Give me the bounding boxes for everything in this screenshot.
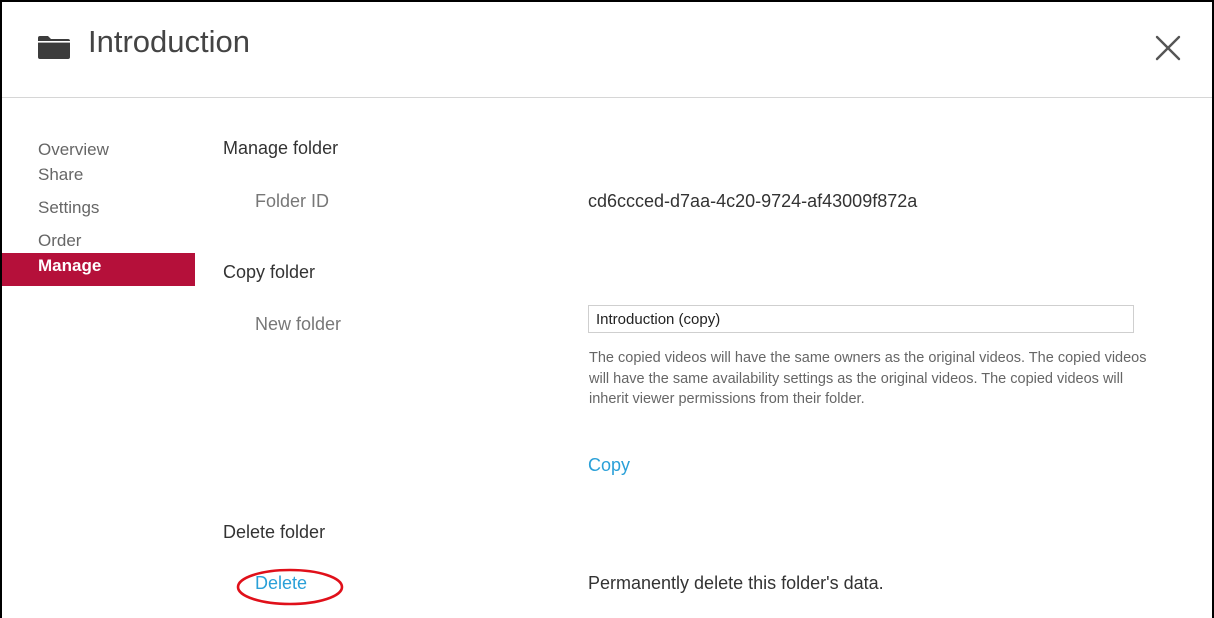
sidebar-item-order[interactable]: Order: [2, 226, 195, 253]
copy-link[interactable]: Copy: [588, 455, 630, 476]
manage-folder-heading: Manage folder: [223, 138, 339, 158]
sidebar-item-label: Manage: [38, 256, 102, 275]
sidebar-item-label: Settings: [38, 198, 100, 217]
page-title: Introduction: [88, 24, 250, 59]
folder-id-label: Folder ID: [255, 191, 330, 211]
delete-description: Permanently delete this folder's data.: [588, 573, 884, 593]
delete-folder-heading: Delete folder: [223, 522, 326, 542]
delete-link[interactable]: Delete: [255, 573, 307, 594]
sidebar-item-share[interactable]: Share: [2, 160, 195, 194]
copy-help-text: The copied videos will have the same own…: [589, 350, 1147, 407]
dialog-header: Introduction: [2, 2, 1212, 98]
copy-folder-heading: Copy folder: [223, 262, 316, 282]
dialog-frame: Introduction Overview Share Settings Ord…: [0, 0, 1214, 618]
sidebar-item-label: Overview: [38, 140, 109, 159]
sidebar-item-manage[interactable]: Manage: [2, 253, 195, 286]
sidebar-nav: Overview Share Settings Order Manage: [2, 135, 195, 286]
sidebar-item-label: Order: [38, 231, 82, 250]
sidebar-item-settings[interactable]: Settings: [2, 193, 195, 227]
folder-id-value: cd6ccced-d7aa-4c20-9724-af43009f872a: [588, 191, 918, 211]
close-icon[interactable]: [1152, 32, 1184, 64]
new-folder-label: New folder: [255, 314, 342, 334]
sidebar-item-label: Share: [38, 165, 84, 184]
new-folder-name-input[interactable]: [588, 305, 1134, 333]
folder-icon: [38, 36, 70, 59]
